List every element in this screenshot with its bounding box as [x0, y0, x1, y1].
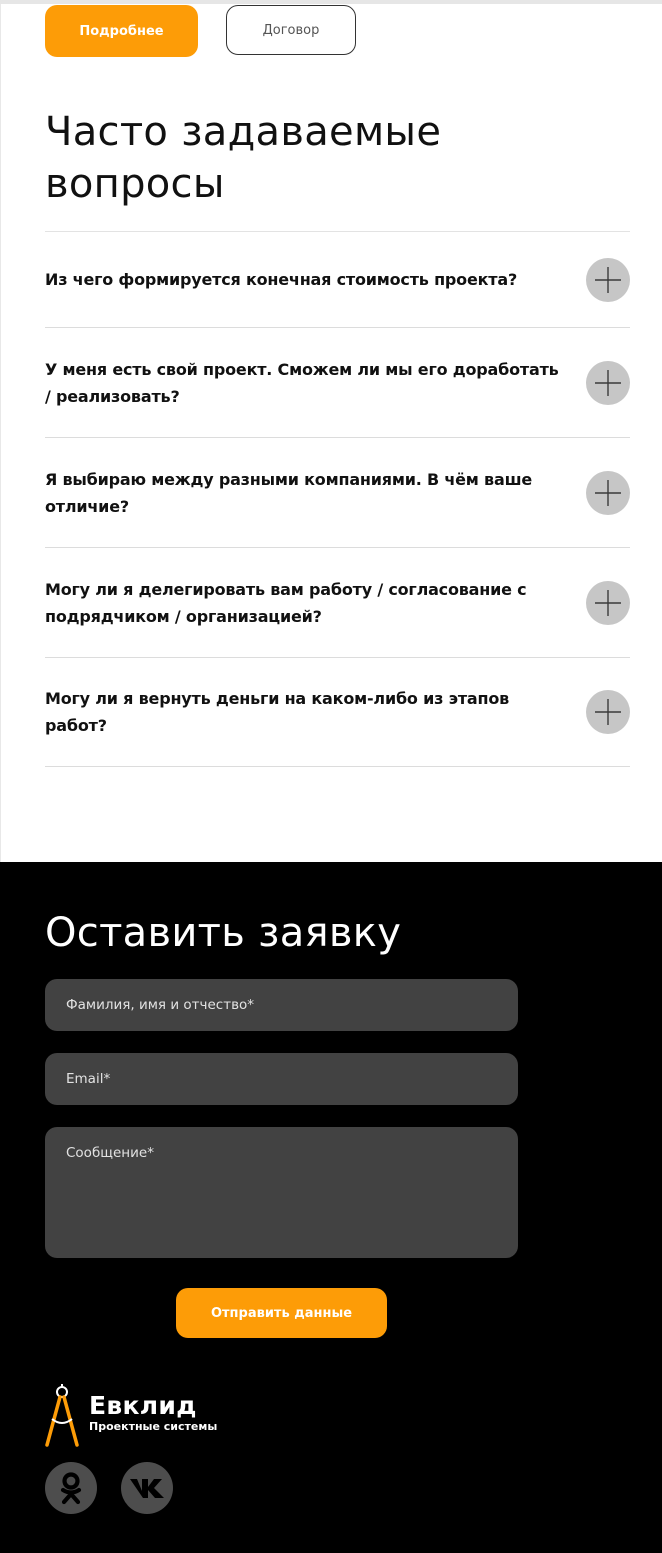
faq-item[interactable]: Могу ли я делегировать вам работу / согл… [45, 548, 630, 658]
odnoklassniki-icon[interactable] [45, 1462, 97, 1514]
faq-question: Могу ли я вернуть деньги на каком-либо и… [45, 689, 510, 735]
logo-name: Евклид [89, 1391, 197, 1420]
message-textarea[interactable] [45, 1127, 518, 1258]
plus-icon[interactable] [586, 580, 630, 625]
plus-icon[interactable] [586, 690, 630, 734]
plus-icon[interactable] [586, 360, 630, 405]
faq-title: Часто задаваемые вопросы [45, 109, 442, 207]
faq-item[interactable]: Из чего формируется конечная стоимость п… [45, 232, 630, 328]
vk-icon[interactable] [121, 1462, 173, 1514]
logo-tagline: Проектные системы [89, 1420, 218, 1433]
top-divider [0, 0, 662, 4]
contract-button[interactable]: Договор [226, 5, 356, 55]
fio-input[interactable] [45, 979, 518, 1031]
logo[interactable]: Евклид Проектные системы [45, 1383, 255, 1447]
submit-button[interactable]: Отправить данные [176, 1288, 387, 1338]
faq-question: Из чего формируется конечная стоимость п… [45, 270, 518, 289]
faq-item[interactable]: Я выбираю между разными компаниями. В чё… [45, 438, 630, 548]
faq-list: Из чего формируется конечная стоимость п… [45, 231, 630, 767]
faq-question: Я выбираю между разными компаниями. В чё… [45, 469, 533, 516]
faq-question: У меня есть свой проект. Сможем ли мы ег… [45, 359, 559, 406]
faq-item[interactable]: У меня есть свой проект. Сможем ли мы ег… [45, 328, 630, 438]
faq-item[interactable]: Могу ли я вернуть деньги на каком-либо и… [45, 658, 630, 767]
faq-question: Могу ли я делегировать вам работу / согл… [45, 579, 527, 626]
left-edge-line [0, 4, 1, 862]
plus-icon[interactable] [586, 470, 630, 515]
email-input[interactable] [45, 1053, 518, 1105]
more-button[interactable]: Подробнее [45, 5, 198, 57]
compass-icon [45, 1384, 79, 1447]
plus-icon[interactable] [586, 257, 630, 302]
request-title: Оставить заявку [45, 910, 402, 956]
